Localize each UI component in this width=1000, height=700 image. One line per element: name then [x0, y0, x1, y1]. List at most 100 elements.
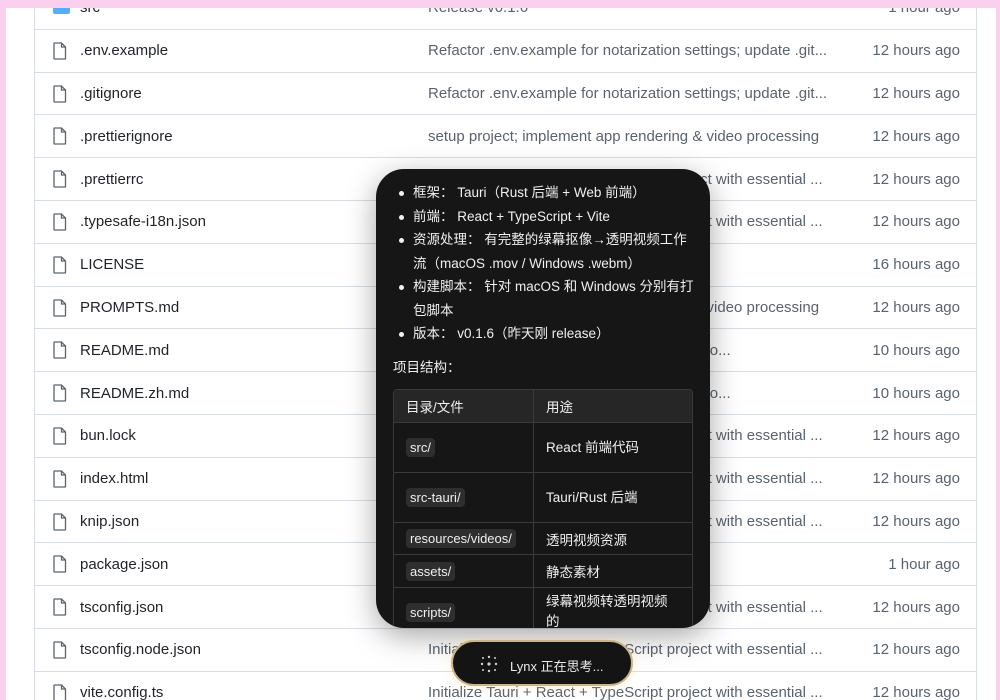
- commit-time: 12 hours ago: [872, 84, 960, 102]
- thinking-text: Lynx 正在思考...: [510, 659, 604, 674]
- file-icon: [53, 512, 67, 531]
- code-path: scripts/: [406, 602, 456, 622]
- thinking-indicator[interactable]: Lynx 正在思考...: [451, 640, 633, 686]
- summary-value: v0.1.6（昨天刚 release）: [457, 326, 610, 341]
- commit-time: 1 hour ago: [888, 8, 960, 16]
- purpose-cell: 静态素材: [546, 565, 600, 581]
- summary-key: 资源处理：: [413, 232, 481, 247]
- summary-item: 构建脚本： 针对 macOS 和 Windows 分别有打包脚本: [398, 275, 698, 322]
- file-name[interactable]: .gitignore: [80, 85, 142, 102]
- path-cell: src-tauri/: [394, 473, 534, 522]
- section-title: 项目结构：: [393, 360, 461, 375]
- commit-time: 10 hours ago: [872, 384, 960, 402]
- file-name[interactable]: package.json: [80, 556, 168, 573]
- table-row: src/React 前端代码: [394, 422, 692, 472]
- path-cell: assets/: [394, 555, 534, 587]
- summary-key: 版本：: [413, 326, 454, 341]
- file-icon: [53, 427, 67, 445]
- commit-time: 12 hours ago: [872, 512, 960, 530]
- commit-message[interactable]: setup project; implement app rendering &…: [428, 128, 840, 145]
- commit-time: 12 hours ago: [872, 598, 960, 616]
- code-path: resources/videos/: [406, 529, 516, 549]
- file-name[interactable]: .typesafe-i18n.json: [80, 213, 206, 230]
- code-path: src-tauri/: [406, 488, 465, 507]
- path-cell: src/: [394, 423, 534, 472]
- file-icon: [53, 127, 67, 146]
- commit-time: 1 hour ago: [888, 555, 960, 573]
- file-icon: [53, 84, 67, 103]
- summary-item: 版本： v0.1.6（昨天刚 release）: [398, 322, 698, 346]
- commit-time: 12 hours ago: [872, 213, 960, 231]
- assistant-response-popup: 框架： Tauri（Rust 后端 + Web 前端） 前端： React + T…: [376, 169, 710, 628]
- file-name[interactable]: bun.lock: [80, 427, 136, 444]
- table-header: 目录/文件 用途: [394, 390, 692, 422]
- path-cell: resources/videos/: [394, 523, 534, 555]
- structure-table: 目录/文件 用途 src/React 前端代码 src-tauri/Tauri/R…: [393, 389, 693, 628]
- file-name[interactable]: knip.json: [80, 513, 139, 530]
- summary-key: 前端：: [413, 208, 454, 224]
- file-icon: [53, 555, 67, 574]
- file-icon: [53, 213, 67, 231]
- code-path: src/: [406, 438, 435, 457]
- commit-time: 12 hours ago: [872, 470, 960, 488]
- file-icon: [53, 684, 67, 700]
- commit-time: 16 hours ago: [872, 256, 960, 274]
- commit-message[interactable]: Refactor .env.example for notarization s…: [428, 42, 840, 59]
- file-icon: [53, 341, 67, 360]
- summary-value: React + TypeScript + Vite: [457, 208, 610, 224]
- file-name[interactable]: PROMPTS.md: [80, 299, 179, 316]
- folder-icon: [53, 8, 70, 14]
- file-icon: [53, 170, 67, 188]
- summary-value: Tauri（Rust 后端 + Web 前端）: [457, 185, 646, 200]
- purpose-cell: Tauri/Rust 后端: [546, 489, 638, 505]
- code-path: assets/: [406, 561, 456, 581]
- header-cell: 用途: [546, 400, 573, 415]
- file-name[interactable]: index.html: [80, 470, 148, 487]
- file-name[interactable]: tsconfig.json: [80, 599, 163, 616]
- file-name[interactable]: tsconfig.node.json: [80, 641, 201, 658]
- commit-message[interactable]: Refactor .env.example for notarization s…: [428, 85, 840, 102]
- file-name[interactable]: src: [80, 8, 100, 16]
- path-cell: scripts/: [394, 587, 534, 628]
- table-row: resources/videos/透明视频资源: [394, 522, 692, 555]
- table-row: src-tauri/Tauri/Rust 后端: [394, 472, 692, 522]
- file-name[interactable]: README.md: [80, 342, 169, 359]
- commit-time: 12 hours ago: [872, 170, 960, 188]
- file-icon: [53, 470, 67, 488]
- summary-item: 前端： React + TypeScript + Vite: [398, 205, 698, 229]
- file-name[interactable]: .prettierignore: [80, 128, 173, 145]
- file-row[interactable]: .prettierignore setup project; implement …: [35, 114, 976, 157]
- header-cell: 目录/文件: [394, 390, 534, 422]
- purpose-cell: 透明视频资源: [546, 532, 627, 548]
- commit-message[interactable]: Release v0.1.6: [428, 8, 840, 16]
- file-row[interactable]: .gitignore Refactor .env.example for nota…: [35, 71, 976, 115]
- file-name[interactable]: .env.example: [80, 42, 168, 59]
- summary-key: 框架：: [413, 185, 454, 200]
- file-name[interactable]: LICENSE: [80, 256, 144, 273]
- table-row: scripts/绿幕视频转透明视频的: [394, 586, 692, 628]
- summary-item: 资源处理： 有完整的绿幕抠像→透明视频工作流（macOS .mov / Wind…: [398, 228, 698, 275]
- summary-list: 框架： Tauri（Rust 后端 + Web 前端） 前端： React + T…: [398, 181, 698, 346]
- table-row: assets/静态素材: [394, 554, 692, 587]
- file-icon: [53, 384, 67, 402]
- file-name[interactable]: README.zh.md: [80, 385, 189, 402]
- file-name[interactable]: .prettierrc: [80, 171, 143, 188]
- purpose-cell: React 前端代码: [546, 439, 640, 455]
- commit-time: 12 hours ago: [872, 42, 960, 60]
- file-icon: [53, 598, 67, 616]
- summary-item: 框架： Tauri（Rust 后端 + Web 前端）: [398, 181, 698, 205]
- file-row[interactable]: src Release v0.1.6 1 hour ago: [35, 8, 976, 29]
- file-icon: [53, 641, 67, 659]
- file-name[interactable]: vite.config.ts: [80, 684, 163, 700]
- commit-time: 10 hours ago: [872, 341, 960, 359]
- sparkle-grid-icon: [480, 655, 498, 673]
- file-icon: [53, 42, 67, 60]
- file-row[interactable]: .env.example Refactor .env.example for no…: [35, 28, 976, 72]
- commit-message[interactable]: Initialize Tauri + React + TypeScript pr…: [428, 684, 840, 700]
- commit-time: 12 hours ago: [872, 127, 960, 145]
- purpose-cell: 绿幕视频转透明视频的: [546, 594, 668, 628]
- commit-time: 12 hours ago: [872, 684, 960, 700]
- commit-time: 12 hours ago: [872, 641, 960, 659]
- file-icon: [53, 256, 67, 274]
- summary-key: 构建脚本：: [413, 279, 481, 294]
